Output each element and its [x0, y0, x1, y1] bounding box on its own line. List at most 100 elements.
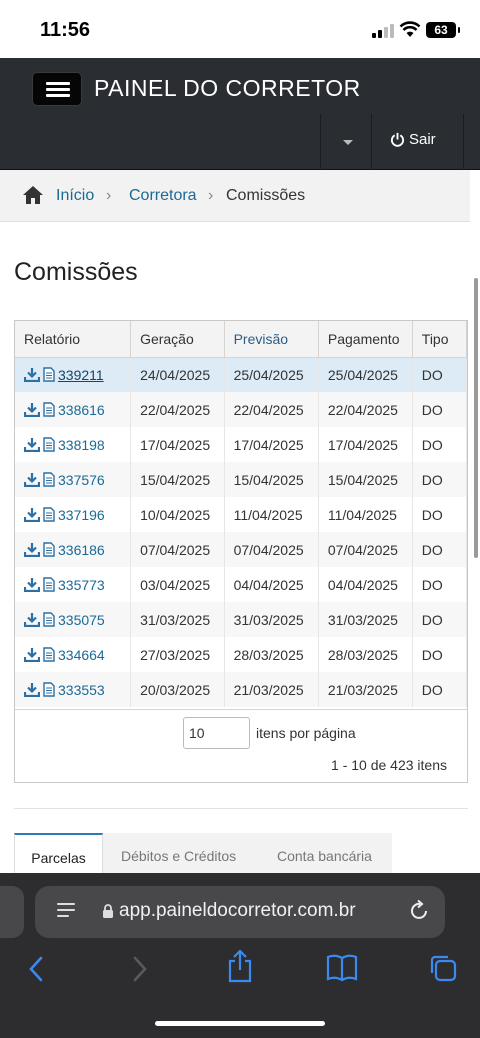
table-row[interactable]: 335773 03/04/2025 04/04/2025 04/04/2025 DO: [15, 567, 467, 602]
home-icon[interactable]: [22, 185, 44, 205]
download-icon[interactable]: [24, 402, 40, 417]
document-icon[interactable]: [43, 471, 55, 487]
status-time: 11:56: [40, 19, 91, 41]
geracao-cell: 31/03/2025: [130, 602, 225, 637]
document-icon[interactable]: [43, 506, 55, 522]
tipo-cell: DO: [412, 357, 467, 392]
table-row[interactable]: 337576 15/04/2025 15/04/2025 15/04/2025 DO: [15, 462, 467, 497]
geracao-cell: 22/04/2025: [130, 392, 225, 427]
page-title: Comissões: [14, 258, 138, 286]
table-row[interactable]: 334664 27/03/2025 28/03/2025 28/03/2025 DO: [15, 637, 467, 672]
document-icon[interactable]: [43, 611, 55, 627]
table-row[interactable]: 338198 17/04/2025 17/04/2025 17/04/2025 DO: [15, 427, 467, 462]
report-cell: 333553: [15, 672, 132, 707]
column-header-relatorio[interactable]: Relatório: [15, 321, 132, 358]
hamburger-menu-button[interactable]: [32, 72, 82, 106]
report-link[interactable]: 337576: [58, 472, 105, 488]
address-bar[interactable]: app.paineldocorretor.com.br: [35, 886, 445, 938]
previsao-cell: 11/04/2025: [224, 497, 319, 532]
report-link[interactable]: 335075: [58, 612, 105, 628]
tab-debitos-creditos[interactable]: Débitos e Créditos: [121, 833, 236, 873]
divider: [14, 808, 468, 809]
column-header-geracao[interactable]: Geração: [130, 321, 225, 358]
column-header-tipo[interactable]: Tipo: [412, 321, 467, 358]
table-row[interactable]: 333553 20/03/2025 21/03/2025 21/03/2025 DO: [15, 672, 467, 707]
download-icon[interactable]: [24, 612, 40, 627]
report-link[interactable]: 337196: [58, 507, 105, 523]
tab-parcelas[interactable]: Parcelas: [14, 833, 103, 873]
document-icon[interactable]: [43, 541, 55, 557]
geracao-cell: 03/04/2025: [130, 567, 225, 602]
page-scrollbar[interactable]: [474, 278, 478, 558]
breadcrumb-home-link[interactable]: Início: [56, 187, 94, 205]
report-cell: 335075: [15, 602, 132, 637]
document-icon[interactable]: [43, 367, 55, 382]
tipo-cell: DO: [412, 532, 467, 567]
download-icon[interactable]: [24, 542, 40, 557]
tab-conta-bancaria[interactable]: Conta bancária: [277, 833, 372, 873]
document-icon[interactable]: [43, 681, 55, 697]
download-icon[interactable]: [24, 437, 40, 452]
download-icon[interactable]: [24, 682, 40, 697]
bookmarks-icon[interactable]: [326, 953, 358, 983]
column-header-pagamento[interactable]: Pagamento: [318, 321, 413, 358]
pagamento-cell: 21/03/2025: [318, 672, 413, 707]
report-link[interactable]: 338198: [58, 437, 105, 453]
download-icon[interactable]: [24, 507, 40, 522]
document-icon[interactable]: [43, 436, 55, 452]
breadcrumb-corretora-link[interactable]: Corretora: [129, 187, 197, 205]
report-link[interactable]: 339211: [58, 367, 104, 383]
forward-icon[interactable]: [130, 953, 150, 985]
table-row[interactable]: 339211 24/04/2025 25/04/2025 25/04/2025 DO: [15, 357, 467, 392]
top-navbar: PAINEL DO CORRETOR Sair: [0, 58, 480, 170]
geracao-cell: 24/04/2025: [130, 357, 225, 392]
ios-status-bar: 11:56 63: [0, 0, 480, 58]
tipo-cell: DO: [412, 567, 467, 602]
logout-link[interactable]: Sair: [390, 131, 436, 148]
previsao-cell: 04/04/2025: [224, 567, 319, 602]
report-cell: 338616: [15, 392, 132, 427]
user-dropdown-toggle[interactable]: [320, 114, 372, 170]
back-icon[interactable]: [26, 953, 46, 985]
previsao-cell: 31/03/2025: [224, 602, 319, 637]
report-cell: 336186: [15, 532, 132, 567]
table-row[interactable]: 336186 07/04/2025 07/04/2025 07/04/2025 DO: [15, 532, 467, 567]
tipo-cell: DO: [412, 602, 467, 637]
report-link[interactable]: 334664: [58, 647, 105, 663]
share-icon[interactable]: [226, 949, 254, 983]
report-link[interactable]: 338616: [58, 402, 105, 418]
tipo-cell: DO: [412, 672, 467, 707]
report-cell: 338198: [15, 427, 132, 462]
page-size-input[interactable]: 10: [183, 717, 250, 749]
document-icon[interactable]: [43, 576, 55, 592]
battery-icon: 63: [426, 22, 460, 38]
download-icon[interactable]: [24, 647, 40, 662]
previous-tab-preview[interactable]: [0, 886, 24, 938]
previsao-cell: 17/04/2025: [224, 427, 319, 462]
tabs-icon[interactable]: [428, 953, 458, 983]
tipo-cell: DO: [412, 497, 467, 532]
document-icon[interactable]: [43, 401, 55, 417]
tipo-cell: DO: [412, 462, 467, 497]
page-size-label: itens por página: [256, 725, 356, 741]
reload-icon[interactable]: [409, 899, 431, 923]
tipo-cell: DO: [412, 427, 467, 462]
download-icon[interactable]: [24, 577, 40, 592]
report-link[interactable]: 333553: [58, 682, 105, 698]
table-row[interactable]: 337196 10/04/2025 11/04/2025 11/04/2025 DO: [15, 497, 467, 532]
page-menu-icon[interactable]: [57, 903, 77, 919]
logout-label: Sair: [409, 131, 436, 148]
previsao-cell: 07/04/2025: [224, 532, 319, 567]
download-icon[interactable]: [24, 472, 40, 487]
commissions-grid: Relatório Geração Previsão Pagamento Tip…: [14, 320, 468, 783]
report-link[interactable]: 335773: [58, 577, 105, 593]
table-row[interactable]: 338616 22/04/2025 22/04/2025 22/04/2025 DO: [15, 392, 467, 427]
pagamento-cell: 15/04/2025: [318, 462, 413, 497]
home-indicator: [155, 1021, 325, 1026]
document-icon[interactable]: [43, 646, 55, 662]
item-count: 1 - 10 de 423 itens: [331, 757, 447, 773]
download-icon[interactable]: [24, 367, 40, 382]
column-header-previsao[interactable]: Previsão: [224, 321, 319, 358]
report-link[interactable]: 336186: [58, 542, 105, 558]
table-row[interactable]: 335075 31/03/2025 31/03/2025 31/03/2025 DO: [15, 602, 467, 637]
